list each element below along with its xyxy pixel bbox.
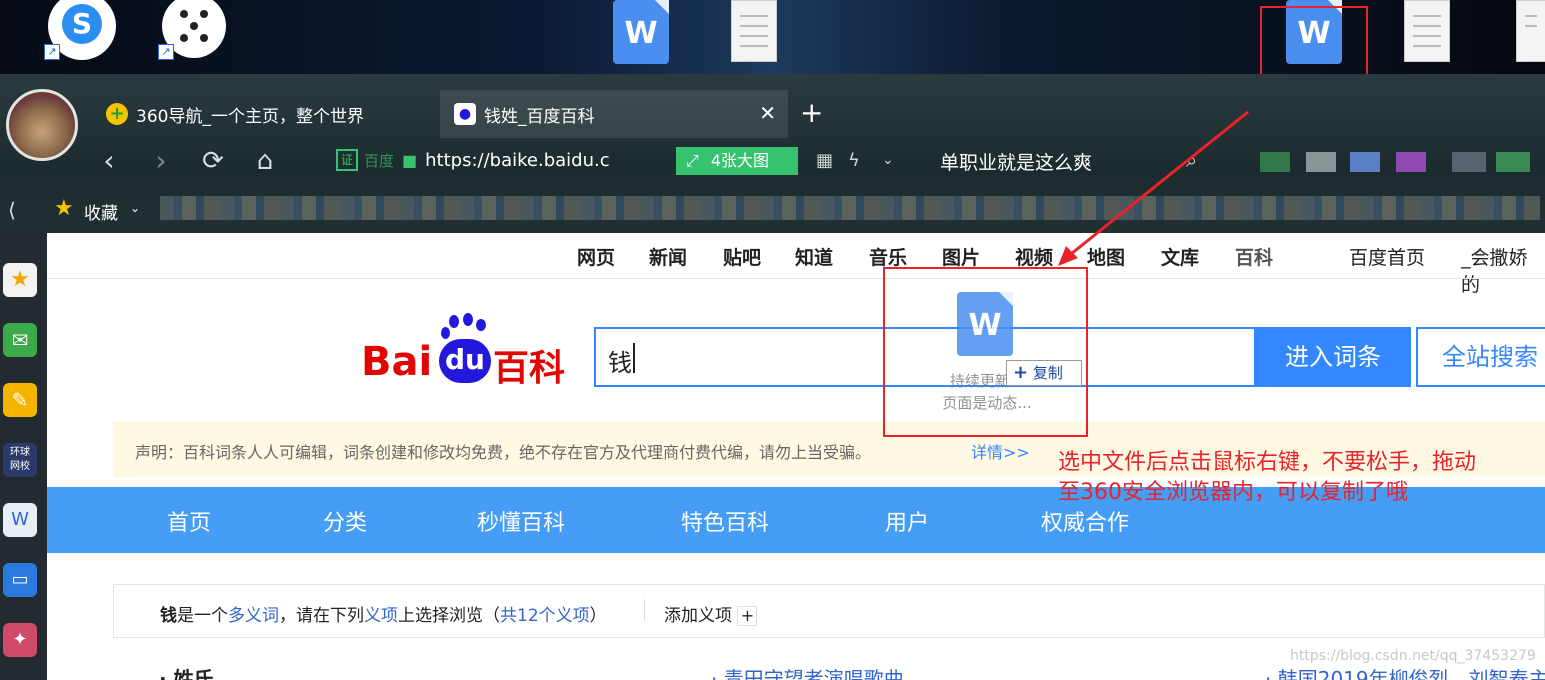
annotation-text: 选中文件后点击鼠标右键，不要松手，拖动 至360安全浏览器内，可以复制了哦: [1058, 448, 1476, 508]
watermark: https://blog.csdn.net/qq_37453279: [1290, 648, 1536, 664]
arrow-line: [1065, 110, 1249, 260]
annotation-line: 选中文件后点击鼠标右键，不要松手，拖动: [1058, 450, 1477, 475]
annotation-line: 至360安全浏览器内，可以复制了哦: [1058, 480, 1408, 505]
annotation-arrow: [1058, 110, 1249, 266]
